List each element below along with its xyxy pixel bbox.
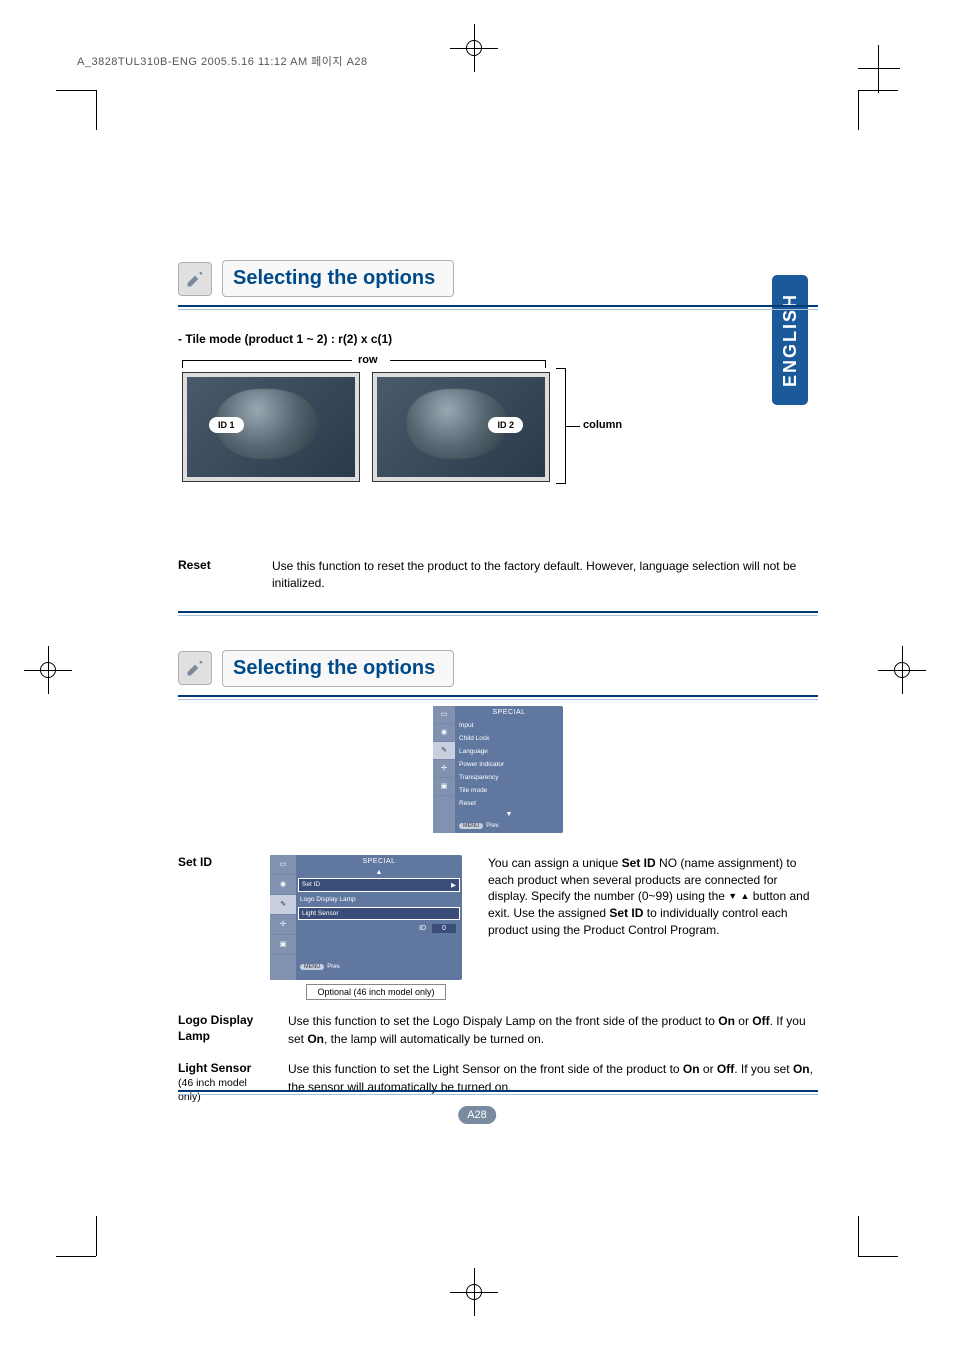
divider — [178, 309, 818, 310]
osd-tab-icon: ▭ — [270, 855, 296, 875]
logo-lamp-desc: Use this function to set the Logo Dispal… — [288, 1012, 818, 1048]
divider — [178, 695, 818, 697]
tile-mode-label: - Tile mode (product 1 ~ 2) : r(2) x c(1… — [178, 332, 818, 346]
reset-desc: Use this function to reset the product t… — [272, 558, 818, 593]
osd-prev-label: Prev. — [327, 964, 341, 970]
setid-desc: You can assign a unique Set ID NO (name … — [488, 855, 818, 939]
osd-tab-icon: ▣ — [433, 778, 455, 796]
osd-tab-icon: ▭ — [433, 706, 455, 724]
down-triangle-icon: ▼ — [728, 890, 737, 903]
reset-term: Reset — [178, 558, 252, 593]
row-label: row — [358, 354, 378, 366]
crop-mark — [40, 662, 56, 678]
tile-diagram: row ID 1 ID 2 column — [178, 358, 738, 508]
osd-id-label: ID — [419, 925, 426, 932]
osd-prev-label: Prev. — [486, 823, 500, 829]
crop-mark — [894, 662, 910, 678]
osd-menu-setid: ▭ ◉ ✎ ✢ ▣ SPECIAL ▲ Set ID ▶ Logo Display… — [270, 855, 462, 980]
osd-up-arrow: ▲ — [296, 868, 462, 877]
osd-menu-special: ▭ ◉ ✎ ✢ ▣ SPECIAL Input Child Lock Langu… — [433, 706, 563, 833]
osd-tab-icon: ✢ — [433, 760, 455, 778]
osd-item-boxed: Light Sensor — [298, 907, 460, 920]
osd-tab-icon: ✢ — [270, 915, 296, 935]
setid-term: Set ID — [178, 855, 252, 869]
osd-item: Reset — [455, 797, 563, 810]
divider — [178, 305, 818, 307]
tile-id-badge: ID 1 — [209, 417, 244, 433]
column-label: column — [583, 419, 622, 431]
osd-item: Language — [455, 745, 563, 758]
osd-menu-pill: MENU — [300, 964, 324, 970]
row-bracket — [182, 360, 352, 361]
chevron-right-icon: ▶ — [451, 881, 456, 889]
optional-note: Optional (46 inch model only) — [306, 984, 446, 1000]
osd-item: Logo Display Lamp — [296, 893, 462, 906]
section-title: Selecting the options — [222, 260, 454, 297]
reset-definition: Reset Use this function to reset the pro… — [178, 558, 818, 593]
crop-mark — [858, 1256, 898, 1257]
osd-item-selected: Set ID ▶ — [298, 878, 460, 892]
osd-menu-pill: MENU — [459, 823, 483, 829]
crop-mark — [858, 68, 900, 69]
print-header: A_3828TUL310B-ENG 2005.5.16 11:12 AM 페이지… — [77, 53, 368, 69]
divider — [178, 1090, 818, 1092]
osd-item-label: Set ID — [302, 881, 320, 888]
crop-mark — [56, 90, 96, 91]
osd-item: Tile mode — [455, 784, 563, 797]
divider — [178, 699, 818, 700]
tile-1: ID 1 — [182, 372, 360, 482]
logo-lamp-term: Logo Display Lamp — [178, 1012, 268, 1048]
osd-item-label: Light Sensor — [302, 910, 339, 917]
column-bracket — [556, 368, 566, 484]
section-title: Selecting the options — [222, 650, 454, 687]
note-icon — [178, 262, 212, 296]
osd-item: Input — [455, 719, 563, 732]
osd-id-value: 0 — [432, 924, 456, 933]
osd-tab-icon: ✎ — [270, 895, 296, 915]
page-number: A28 — [458, 1106, 496, 1124]
crop-mark — [466, 40, 482, 56]
logo-lamp-definition: Logo Display Lamp Use this function to s… — [178, 1012, 818, 1048]
tile-id-badge: ID 2 — [488, 417, 523, 433]
osd-title: SPECIAL — [296, 855, 462, 868]
osd-tab-icon: ✎ — [433, 742, 455, 760]
osd-item: Transparency — [455, 771, 563, 784]
osd-item: Power Indicator — [455, 758, 563, 771]
crop-mark — [858, 90, 859, 130]
osd-down-arrow: ▼ — [455, 810, 563, 819]
osd-item: Child Lock — [455, 732, 563, 745]
column-bracket — [566, 426, 580, 427]
tile-2: ID 2 — [372, 372, 550, 482]
crop-mark — [96, 1216, 97, 1256]
divider — [178, 611, 818, 613]
osd-tab-icon: ◉ — [433, 724, 455, 742]
note-icon — [178, 651, 212, 685]
divider — [178, 615, 818, 616]
crop-mark — [96, 90, 97, 130]
crop-mark — [466, 1284, 482, 1300]
osd-title: SPECIAL — [455, 706, 563, 719]
row-bracket — [390, 360, 546, 361]
osd-tab-icon: ▣ — [270, 935, 296, 955]
osd-tab-icon: ◉ — [270, 875, 296, 895]
crop-mark — [878, 45, 879, 93]
divider — [178, 1094, 818, 1095]
crop-mark — [858, 1216, 859, 1256]
crop-mark — [56, 1256, 96, 1257]
